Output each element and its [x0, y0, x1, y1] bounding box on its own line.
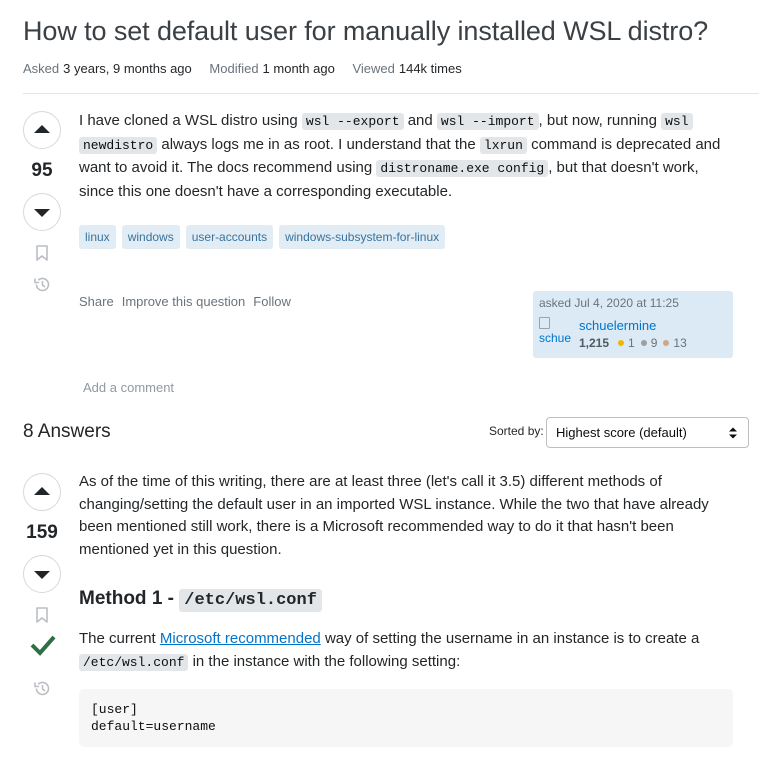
asked-timestamp: asked Jul 4, 2020 at 11:25	[539, 296, 679, 310]
body-text: , but that doesn't work,	[548, 159, 699, 176]
asked-value: 3 years, 9 months ago	[63, 61, 192, 76]
inline-code: wsl --import	[436, 113, 539, 130]
inline-code: lxrun	[479, 136, 527, 154]
body-text: since this one doesn't have a correspond…	[79, 182, 453, 200]
arrow-up-icon	[34, 487, 50, 495]
sort-selected-value: Highest score (default)	[556, 425, 687, 440]
bronze-badge-icon	[663, 340, 670, 346]
body-text: I have cloned a WSL distro using	[79, 112, 302, 129]
gold-badge-icon	[618, 340, 625, 346]
reputation-score: 1,215	[579, 336, 610, 350]
question-body: I have cloned a WSL distro using wsl --e…	[79, 110, 739, 203]
answer-text-line: changing/setting the default user in an …	[79, 495, 709, 513]
silver-badge-count: 9	[650, 336, 658, 350]
question-score: 95	[31, 160, 53, 181]
sort-select[interactable]: Highest score (default)	[546, 417, 749, 448]
question-title[interactable]: How to set default user for manually ins…	[23, 16, 708, 47]
accepted-check-icon	[30, 635, 56, 656]
question-timeline-button[interactable]	[32, 274, 52, 294]
inline-code: distroname.exe config	[376, 160, 549, 177]
avatar[interactable]: schue	[539, 317, 573, 351]
broken-image-icon	[539, 317, 550, 329]
answer-text-line: As of the time of this writing, there ar…	[79, 473, 662, 490]
tag-linux[interactable]: linux	[79, 225, 116, 249]
add-comment-link[interactable]: Add a comment	[83, 380, 174, 395]
answer-timeline-button[interactable]	[32, 678, 52, 698]
answer-upvote-button[interactable]	[23, 473, 61, 511]
answer-body-paragraph: As of the time of this writing, there ar…	[79, 471, 744, 561]
sort-label: Sorted by:	[489, 424, 544, 438]
tag-user-accounts[interactable]: user-accounts	[185, 225, 274, 249]
answer-score: 159	[26, 522, 58, 543]
question-meta: Asked 3 years, 9 months ago Modified 1 mon…	[23, 61, 476, 76]
body-text: always logs me in as root. I understand …	[157, 135, 480, 153]
bronze-badge-count: 13	[673, 336, 687, 350]
body-text: and	[403, 112, 437, 129]
improve-question-link[interactable]: Improve this question	[122, 294, 246, 309]
title-divider	[23, 93, 759, 94]
owner-username[interactable]: schuelermine	[579, 318, 656, 333]
body-text: The current	[79, 630, 160, 647]
history-icon	[33, 277, 49, 291]
modified-value[interactable]: 1 month ago	[263, 61, 335, 76]
inline-code: wsl	[661, 113, 693, 130]
bookmark-icon	[36, 245, 48, 261]
arrow-up-icon	[34, 125, 50, 133]
question-tags: linux windows user-accounts windows-subs…	[79, 225, 446, 249]
inline-code: wsl --export	[301, 113, 404, 130]
body-text: way of setting the username in an instan…	[320, 630, 700, 647]
body-text: want to avoid it. The docs recommend usi…	[79, 159, 377, 176]
method-heading-text: Method 1 -	[79, 588, 180, 609]
silver-badge-icon	[640, 340, 647, 346]
question-post-menu: Share Improve this question Follow	[79, 294, 291, 309]
body-text: command is deprecated and	[526, 135, 721, 153]
answer-bookmark-button[interactable]	[33, 606, 51, 624]
viewed-value: 144k times	[398, 61, 462, 76]
code-block: [user] default=username	[79, 689, 733, 747]
bookmark-icon	[36, 607, 48, 623]
method-heading: Method 1 - /etc/wsl.conf	[79, 588, 322, 612]
answer-body-paragraph-2: The current Microsoft recommended way of…	[79, 628, 744, 674]
answer-text-line: mentioned yet in this question.	[79, 540, 282, 558]
body-text: in the instance with the following setti…	[188, 652, 461, 670]
inline-code: /etc/wsl.conf	[79, 653, 189, 671]
question-bookmark-button[interactable]	[33, 244, 51, 262]
accepted-answer-indicator	[29, 632, 57, 658]
microsoft-recommended-link[interactable]: Microsoft recommended	[160, 630, 321, 647]
question-upvote-button[interactable]	[23, 111, 61, 149]
method-heading-code: /etc/wsl.conf	[179, 589, 322, 612]
owner-card: asked Jul 4, 2020 at 11:25 schue schuele…	[533, 291, 733, 358]
answer-downvote-button[interactable]	[23, 555, 61, 593]
question-downvote-button[interactable]	[23, 193, 61, 231]
history-icon	[33, 681, 49, 695]
share-link[interactable]: Share	[79, 294, 114, 309]
answer-text-line: been mentioned still work, there is a Mi…	[79, 518, 674, 535]
tag-windows-subsystem-for-linux[interactable]: windows-subsystem-for-linux	[279, 225, 446, 249]
modified-label: Modified	[209, 61, 259, 76]
owner-reputation: 1,215 1 9 13	[579, 336, 687, 350]
tag-windows[interactable]: windows	[121, 225, 180, 249]
inline-code: newdistro	[79, 136, 158, 154]
answers-count: 8 Answers	[23, 421, 111, 442]
arrow-down-icon	[34, 571, 50, 579]
viewed-label: Viewed	[352, 61, 395, 76]
arrow-down-icon	[34, 209, 50, 217]
gold-badge-count: 1	[628, 336, 635, 350]
body-text: , but now, running	[538, 112, 662, 129]
avatar-alt-text: schue	[539, 331, 572, 345]
select-caret-icon	[729, 427, 737, 439]
follow-button[interactable]: Follow	[253, 294, 291, 309]
asked-label: Asked	[23, 61, 60, 76]
